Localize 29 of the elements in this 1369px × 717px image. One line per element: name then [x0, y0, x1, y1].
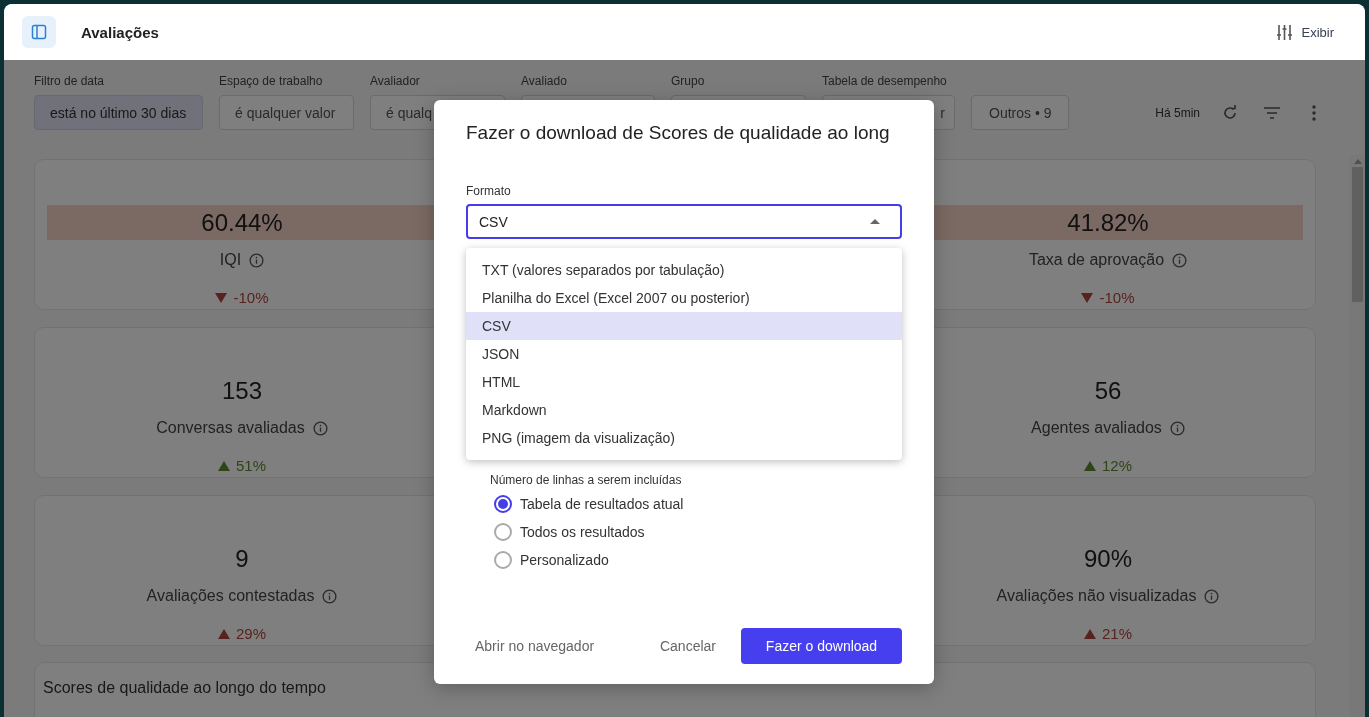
change-value: -10%: [1099, 289, 1135, 306]
metric-label: Avaliações não visualizadas: [996, 587, 1197, 605]
filter-label: Grupo: [671, 74, 706, 88]
filter-label: Filtro de data: [34, 74, 106, 88]
change-value: 29%: [236, 625, 266, 642]
filter-label: Tabela de desempenho: [822, 74, 948, 88]
page-title: Avaliações: [81, 23, 160, 41]
metric-value: 153: [221, 376, 262, 405]
filter-label: Avaliador: [370, 74, 421, 88]
metric-label: Avaliações contestadas: [146, 587, 315, 605]
metric-value: 60.44%: [201, 208, 283, 237]
metric-label: Conversas avaliadas: [156, 419, 305, 437]
filter-label: Avaliado: [521, 74, 568, 88]
metric-label: Taxa de aprovação: [1028, 251, 1165, 269]
metric-label: IQI: [219, 251, 242, 269]
field-label: Número de linhas a serem incluídas: [490, 473, 683, 487]
change-value: 51%: [236, 457, 266, 474]
filter-label: Espaço de trabalho: [219, 74, 324, 88]
change-value: 12%: [1102, 457, 1132, 474]
change-value: -10%: [233, 289, 269, 306]
metric-value: 9: [235, 544, 249, 573]
chart-title: Scores de qualidade ao longo do tempo: [43, 679, 326, 696]
metric-label: Agentes avaliados: [1031, 419, 1162, 437]
field-label: Formato: [466, 184, 512, 198]
updated-time: Há 5min: [1155, 105, 1200, 120]
metric-value: 56: [1094, 376, 1122, 405]
change-value: 21%: [1102, 625, 1132, 642]
metric-value: 90%: [1083, 544, 1132, 573]
metric-value: 41.82%: [1067, 208, 1149, 237]
